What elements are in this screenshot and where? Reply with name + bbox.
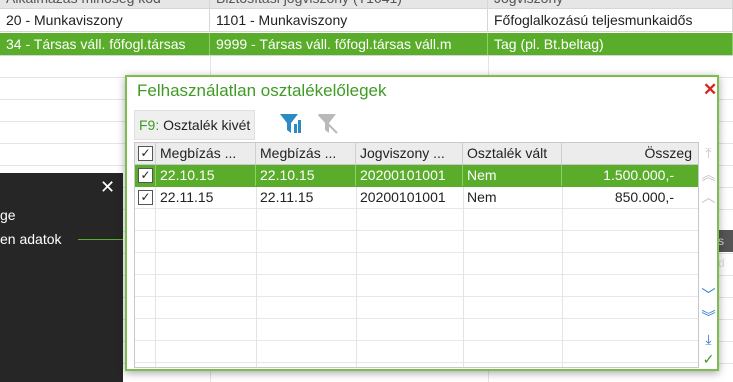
- background-row[interactable]: 20 - Munkaviszony 1101 - Munkaviszony Fő…: [0, 9, 733, 32]
- shortcut-key: F9:: [139, 117, 160, 133]
- row-up-icon[interactable]: ︿: [700, 188, 717, 206]
- right-edge-label: s d: [718, 230, 733, 270]
- table-cell: 20200101001: [356, 165, 463, 186]
- close-icon[interactable]: ✕: [703, 80, 717, 100]
- page-up-icon[interactable]: ︽: [700, 166, 717, 184]
- side-panel-item[interactable]: ge: [0, 207, 16, 223]
- filter-clear-icon[interactable]: [315, 111, 341, 137]
- table-cell: 22.11.15: [160, 189, 214, 205]
- table-cell: 22.11.15: [260, 189, 314, 205]
- background-header-cell: Biztosítási jogviszony (T1041): [210, 0, 488, 8]
- table-cell: 20200101001: [360, 189, 446, 205]
- row-down-icon[interactable]: ﹀: [700, 286, 717, 304]
- column-header[interactable]: Megbízás ...: [256, 143, 356, 164]
- side-panel-connector: [78, 239, 123, 240]
- side-panel: ✕ ge en adatok: [0, 173, 123, 382]
- dividend-table: ✓ Megbízás ... Megbízás ... Jogviszony .…: [134, 142, 699, 368]
- background-cell: 34 - Társas váll. főfogl.társas: [0, 33, 210, 55]
- table-cell: Nem: [467, 189, 497, 205]
- background-cell: 1101 - Munkaviszony: [210, 9, 488, 31]
- dividend-withdrawal-button[interactable]: F9: Osztalék kivét: [134, 110, 256, 140]
- background-cell: 20 - Munkaviszony: [0, 9, 210, 31]
- background-cell: Főfoglalkozású teljesmunkaidős: [488, 9, 733, 31]
- table-row-selected[interactable]: ✓ 22.10.15 22.10.15 20200101001 Nem 1.50…: [135, 165, 698, 187]
- table-cell: 22.10.15: [156, 165, 256, 186]
- row-checkbox[interactable]: ✓: [138, 168, 153, 183]
- close-icon[interactable]: ✕: [100, 177, 115, 198]
- select-all-cell: ✓: [135, 143, 156, 164]
- table-cell-amount: 850.000,-: [614, 189, 674, 205]
- filter-icon[interactable]: [278, 111, 304, 137]
- background-row-selected[interactable]: 34 - Társas váll. főfogl.társas 9999 - T…: [0, 33, 733, 56]
- button-label: Osztalék kivét: [163, 117, 251, 133]
- side-panel-item[interactable]: en adatok: [0, 231, 62, 247]
- table-header-row: ✓ Megbízás ... Megbízás ... Jogviszony .…: [135, 143, 698, 165]
- column-header[interactable]: Összeg: [562, 143, 698, 164]
- select-all-checkbox[interactable]: ✓: [138, 146, 153, 161]
- table-cell: 22.10.15: [256, 165, 356, 186]
- row-navigation: ⤒ ︽ ︿ ﹀ ︾ ⤓ ✓: [700, 142, 717, 368]
- confirm-icon[interactable]: ✓: [700, 350, 717, 368]
- background-cell: Tag (pl. Bt.beltag): [488, 33, 733, 55]
- background-cell: 9999 - Társas váll. főfogl.társas váll.m: [210, 33, 488, 55]
- table-row[interactable]: ✓ 22.11.15 22.11.15 20200101001 Nem 850.…: [135, 187, 698, 209]
- row-checkbox[interactable]: ✓: [138, 190, 153, 205]
- row-check-cell: ✓: [135, 187, 156, 208]
- table-cell: Nem: [463, 165, 562, 186]
- table-cell-amount: 1.500.000,-: [603, 167, 674, 183]
- last-page-icon[interactable]: ⤓: [700, 330, 717, 348]
- unused-dividend-advances-dialog: Felhasználatlan osztalékelőlegek ✕ F9: O…: [125, 75, 719, 371]
- column-header[interactable]: Jogviszony ...: [356, 143, 463, 164]
- first-page-icon[interactable]: ⤒: [700, 144, 717, 162]
- page-down-icon[interactable]: ︾: [700, 308, 717, 326]
- background-header-cell: Jogviszony: [488, 0, 733, 8]
- column-header[interactable]: Osztalék vált: [463, 143, 562, 164]
- row-check-cell: ✓: [135, 165, 156, 186]
- dialog-title: Felhasználatlan osztalékelőlegek: [137, 81, 387, 100]
- background-header-cell: Alkalmazás minőség kód: [0, 0, 210, 8]
- column-header[interactable]: Megbízás ...: [156, 143, 256, 164]
- background-header-row: Alkalmazás minőség kód Biztosítási jogvi…: [0, 0, 733, 9]
